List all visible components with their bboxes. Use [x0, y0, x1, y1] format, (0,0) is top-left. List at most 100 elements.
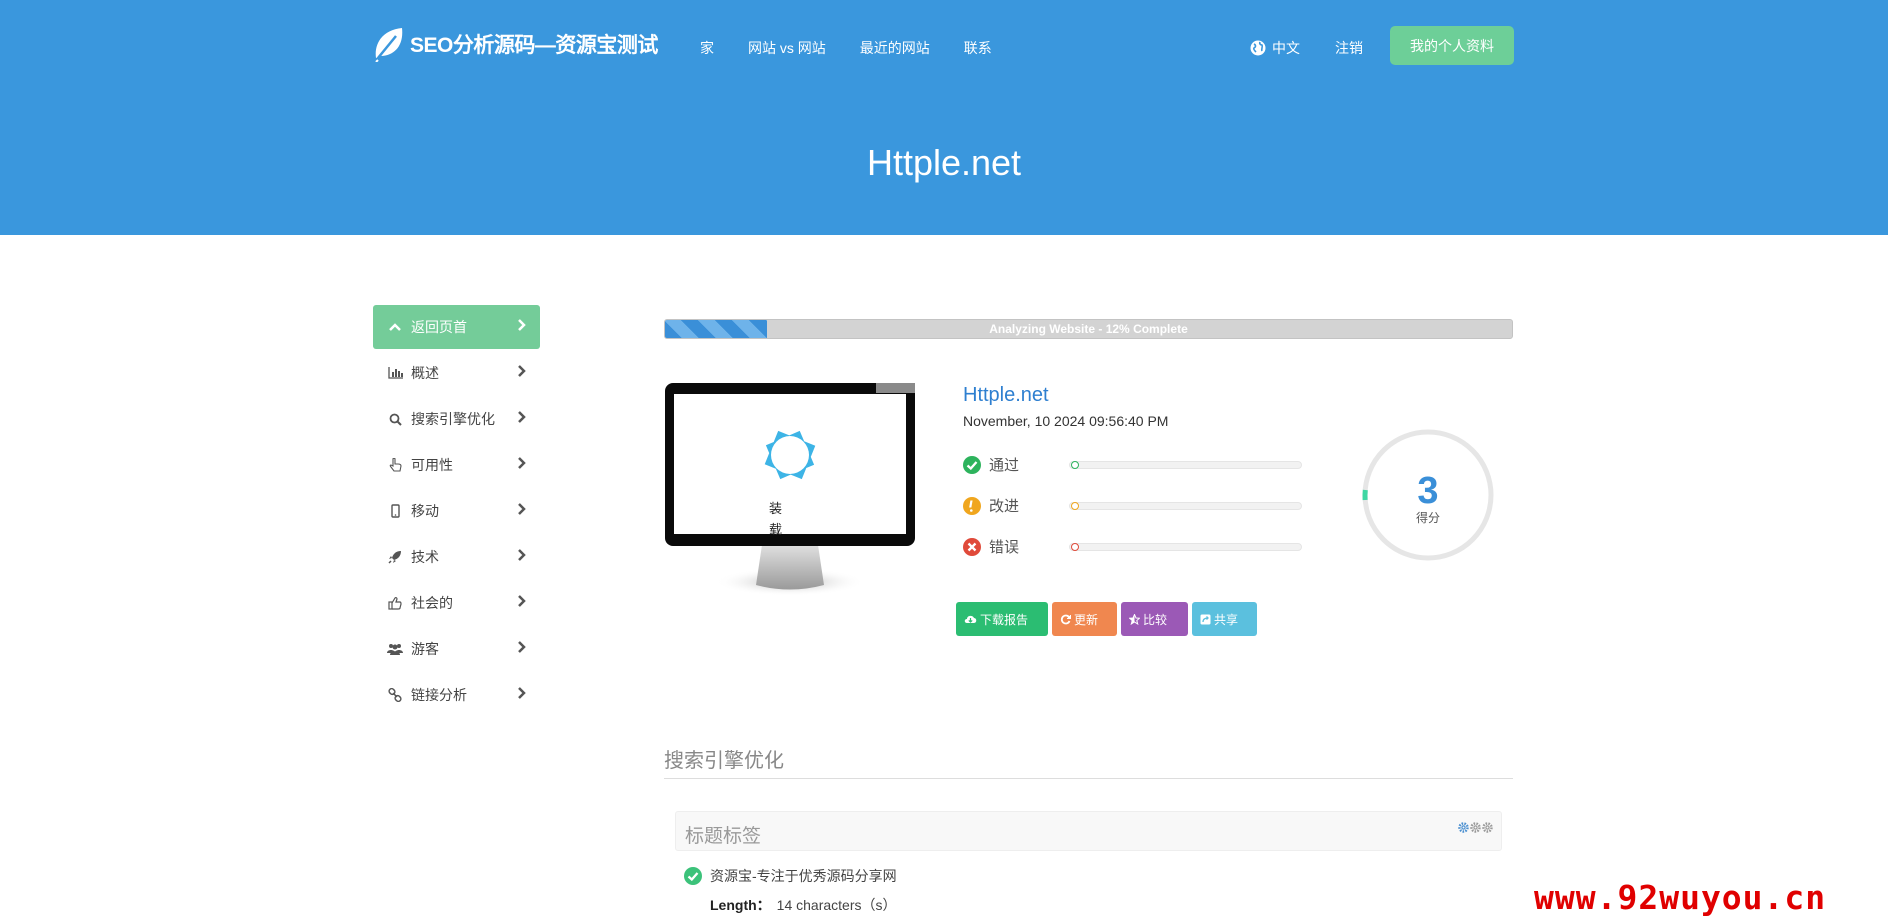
stat-bar — [1069, 501, 1302, 510]
globe-icon — [1250, 40, 1266, 56]
sidebar-item-link-analysis[interactable]: 链接分析 — [373, 673, 540, 717]
report-site-name[interactable]: Httple.net — [963, 384, 1049, 407]
cloud-download-icon — [964, 615, 977, 623]
loading-text-2: 载 — [769, 522, 783, 537]
chevron-right-icon — [518, 457, 526, 469]
nav-contact[interactable]: 联系 — [964, 38, 992, 58]
chevron-right-icon — [518, 549, 526, 561]
stat-passed: 通过 — [963, 454, 1302, 475]
language-switcher[interactable]: 中文 — [1250, 38, 1300, 58]
stat-improve: 改进 — [963, 495, 1302, 516]
title-tag-value: 资源宝-专注于优秀源码分享网 — [710, 868, 897, 884]
sidebar-item-usability[interactable]: 可用性 — [373, 443, 540, 487]
sidebar-item-back-to-top[interactable]: 返回页首 — [373, 305, 540, 349]
sidebar-item-label: 技术 — [411, 549, 439, 565]
nav-recent-sites[interactable]: 最近的网站 — [860, 38, 930, 58]
error-circle-icon — [963, 537, 981, 556]
chevron-right-icon — [518, 365, 526, 377]
watermark: www.92wuyou.cn — [1534, 878, 1827, 917]
sidebar-item-label: 移动 — [411, 503, 439, 519]
logout-link[interactable]: 注销 — [1335, 38, 1363, 58]
progress-text: Analyzing Website - 12% Complete — [989, 322, 1188, 336]
stat-label: 改进 — [989, 498, 1020, 515]
page-title: Httple.net — [866, 142, 1022, 183]
download-report-button[interactable]: 下载报告 — [956, 602, 1048, 636]
sidebar: 返回页首 概述 搜索引擎优化 可用性 移动 技术 社会的 游客 链接分析 — [373, 305, 540, 719]
bar-chart-icon — [387, 365, 403, 381]
site-header: SEO分析源码—资源宝测试 家 网站 vs 网站 最近的网站 联系 中文 注销 … — [0, 0, 1888, 235]
link-icon — [387, 687, 403, 703]
stat-label: 错误 — [989, 539, 1020, 556]
check-circle-icon — [963, 455, 981, 474]
sidebar-item-technology[interactable]: 技术 — [373, 535, 540, 579]
gear-icon — [1458, 822, 1469, 833]
language-label: 中文 — [1272, 40, 1300, 56]
website-preview: 装 载 — [664, 382, 916, 597]
chevron-right-icon — [518, 687, 526, 699]
sidebar-item-overview[interactable]: 概述 — [373, 351, 540, 395]
sidebar-item-label: 概述 — [411, 365, 439, 381]
score-label: 得分 — [1415, 511, 1440, 525]
sidebar-item-visitors[interactable]: 游客 — [373, 627, 540, 671]
my-profile-button[interactable]: 我的个人资料 — [1390, 26, 1514, 65]
mobile-icon — [387, 503, 403, 519]
sidebar-item-label: 游客 — [411, 641, 439, 657]
sidebar-item-label: 返回页首 — [411, 319, 467, 335]
chevron-right-icon — [518, 503, 526, 515]
share-button[interactable]: 共享 — [1192, 602, 1257, 636]
update-button[interactable]: 更新 — [1052, 602, 1117, 636]
sidebar-item-label: 社会的 — [411, 595, 453, 611]
sidebar-item-label: 可用性 — [411, 457, 453, 473]
chevron-right-icon — [518, 641, 526, 653]
monitor-icon — [665, 383, 915, 596]
chevron-up-icon — [387, 319, 403, 335]
search-icon — [387, 411, 403, 427]
pointer-hand-icon — [387, 457, 403, 473]
report-actions: 下载报告 更新 比较 共享 — [956, 602, 1257, 636]
leaf-icon — [375, 28, 403, 62]
gear-icon — [1482, 822, 1493, 833]
nav-home[interactable]: 家 — [700, 38, 714, 58]
stat-label: 通过 — [989, 457, 1020, 474]
panel-settings[interactable] — [1458, 822, 1493, 833]
refresh-icon — [1060, 614, 1071, 624]
gear-icon — [1470, 822, 1481, 833]
title-tag-result: 资源宝-专注于优秀源码分享网 — [684, 866, 897, 886]
thumbs-up-icon — [387, 595, 403, 611]
stat-errors: 错误 — [963, 536, 1302, 557]
chevron-right-icon — [518, 411, 526, 423]
button-label: 更新 — [1074, 612, 1099, 627]
check-circle-icon — [684, 867, 702, 885]
sidebar-item-label: 链接分析 — [411, 687, 467, 703]
section-divider — [664, 778, 1513, 779]
button-label: 比较 — [1143, 612, 1168, 627]
length-value: 14 characters（s） — [776, 897, 897, 913]
brand-logo[interactable]: SEO分析源码—资源宝测试 — [372, 26, 658, 62]
button-label: 共享 — [1214, 612, 1239, 627]
panel-title: 标题标签 — [685, 826, 762, 847]
rocket-icon — [387, 549, 403, 565]
analysis-progress-bar: Analyzing Website - 12% Complete — [664, 319, 1513, 339]
warning-circle-icon — [963, 496, 981, 515]
main-nav: 家 网站 vs 网站 最近的网站 联系 — [700, 38, 992, 58]
seo-section-title: 搜索引擎优化 — [664, 750, 784, 772]
loading-text-1: 装 — [769, 501, 783, 516]
sidebar-item-label: 搜索引擎优化 — [411, 411, 495, 427]
sidebar-item-seo[interactable]: 搜索引擎优化 — [373, 397, 540, 441]
users-icon — [387, 641, 403, 657]
stat-bar — [1069, 460, 1302, 469]
chevron-right-icon — [518, 595, 526, 607]
sidebar-item-mobile[interactable]: 移动 — [373, 489, 540, 533]
brand-name: SEO分析源码—资源宝测试 — [410, 34, 658, 57]
length-label: Length： — [710, 897, 771, 913]
nav-compare[interactable]: 网站 vs 网站 — [748, 38, 826, 58]
chevron-right-icon — [518, 319, 526, 331]
button-label: 下载报告 — [980, 612, 1029, 627]
share-icon — [1200, 614, 1211, 624]
report-date: November, 10 2024 09:56:40 PM — [963, 413, 1169, 429]
stat-bar — [1069, 542, 1302, 551]
title-tag-panel: 标题标签 — [675, 811, 1502, 851]
sidebar-item-social[interactable]: 社会的 — [373, 581, 540, 625]
compare-button[interactable]: 比较 — [1121, 602, 1188, 636]
score-value: 3 — [1417, 470, 1439, 512]
